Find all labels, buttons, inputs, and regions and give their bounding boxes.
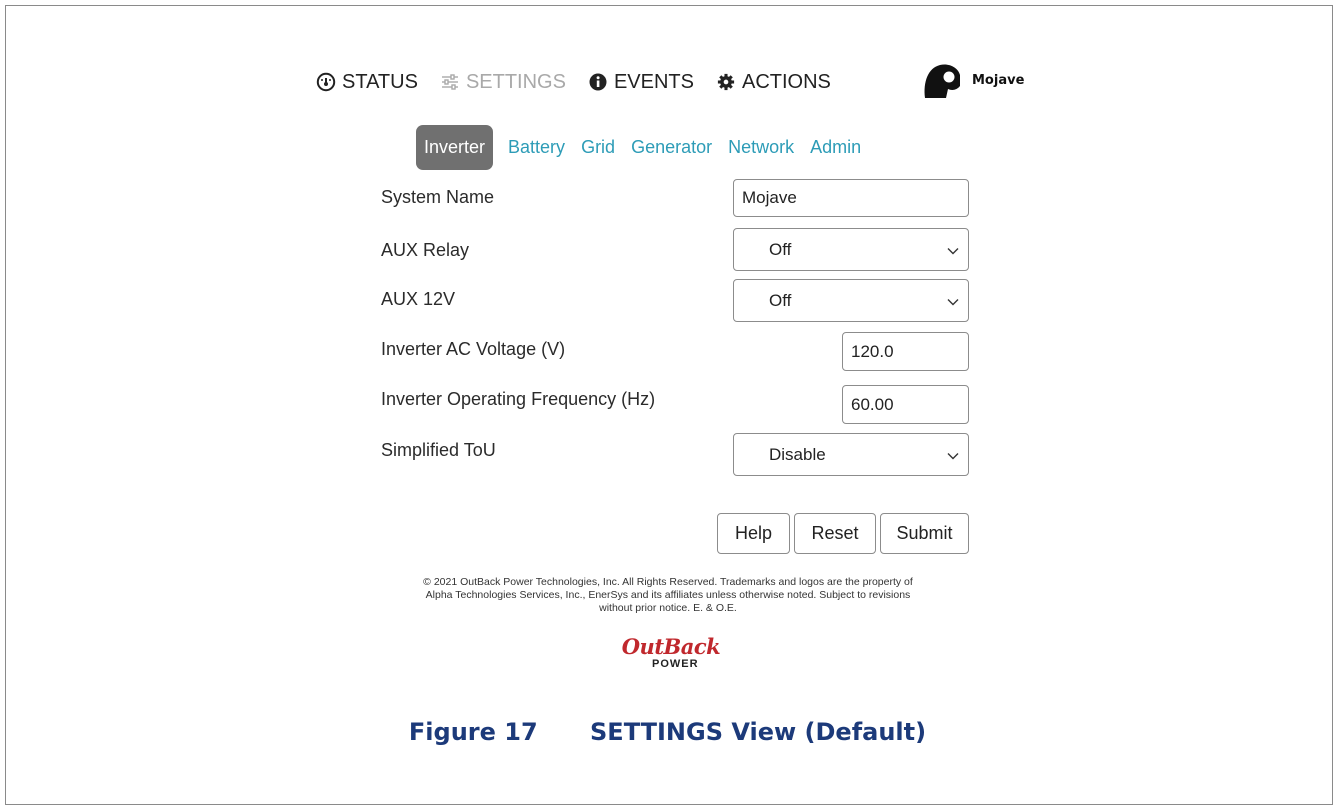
top-nav: STATUS SETTINGS EVENTS ACTIONS (316, 66, 853, 98)
aux-relay-select[interactable]: Off (733, 228, 969, 271)
tab-admin[interactable]: Admin (802, 125, 869, 170)
nav-actions-label: ACTIONS (741, 70, 831, 93)
nav-actions[interactable]: ACTIONS (716, 71, 831, 94)
system-name-input[interactable]: Mojave (733, 179, 969, 217)
figure-caption: Figure 17 SETTINGS View (Default) (0, 718, 1335, 746)
frequency-label: Inverter Operating Frequency (Hz) (381, 389, 656, 409)
nav-status-label: STATUS (342, 70, 418, 93)
aux-relay-label: AUX Relay (381, 240, 470, 260)
nav-settings[interactable]: SETTINGS (440, 71, 566, 94)
nav-status[interactable]: STATUS (316, 71, 418, 94)
user-avatar-icon (922, 62, 962, 98)
user-name: Mojave (972, 72, 1025, 88)
system-name-label: System Name (381, 187, 495, 207)
aux-relay-value: Off (769, 239, 792, 259)
system-name-value: Mojave (742, 188, 797, 207)
tou-value: Disable (769, 444, 826, 464)
tab-network[interactable]: Network (720, 125, 802, 170)
nav-settings-label: SETTINGS (465, 70, 566, 93)
chevron-down-icon (946, 243, 960, 257)
gauge-icon (316, 72, 336, 92)
tab-grid[interactable]: Grid (573, 125, 623, 170)
tou-label: Simplified ToU (381, 440, 496, 460)
frequency-value: 60.00 (851, 394, 894, 414)
user-menu[interactable]: Mojave (922, 62, 1024, 98)
sliders-icon (440, 72, 460, 92)
footer-line-2: Alpha Technologies Services, Inc., EnerS… (425, 589, 911, 601)
frequency-input[interactable]: 60.00 (842, 385, 969, 424)
gear-icon (716, 72, 736, 92)
aux-12v-value: Off (769, 290, 792, 310)
settings-tabs: Inverter Battery Grid Generator Network … (416, 125, 869, 170)
nav-events-label: EVENTS (613, 70, 694, 93)
logo-subtitle: POWER (652, 658, 699, 670)
logo-wordmark: OutBack (621, 634, 721, 659)
tab-generator[interactable]: Generator (623, 125, 720, 170)
ac-voltage-label: Inverter AC Voltage (V) (381, 339, 566, 359)
reset-button[interactable]: Reset (794, 513, 876, 554)
chevron-down-icon (946, 294, 960, 308)
figure-number: Figure 17 (408, 718, 538, 746)
aux-12v-label: AUX 12V (381, 289, 456, 309)
tou-select[interactable]: Disable (733, 433, 969, 476)
ac-voltage-input[interactable]: 120.0 (842, 332, 969, 371)
info-icon (588, 72, 608, 92)
nav-events[interactable]: EVENTS (588, 71, 694, 94)
tab-battery[interactable]: Battery (500, 125, 573, 170)
tab-inverter[interactable]: Inverter (416, 125, 494, 170)
copyright-footer: © 2021 OutBack Power Technologies, Inc. … (350, 576, 986, 615)
submit-button[interactable]: Submit (880, 513, 969, 554)
ac-voltage-value: 120.0 (851, 341, 894, 361)
footer-line-1: © 2021 OutBack Power Technologies, Inc. … (423, 576, 913, 588)
aux-12v-select[interactable]: Off (733, 279, 969, 322)
figure-title: SETTINGS View (Default) (590, 718, 927, 746)
chevron-down-icon (946, 448, 960, 462)
outback-power-logo: OutBack POWER (616, 634, 726, 671)
footer-line-3: without prior notice. E. & O.E. (599, 602, 737, 614)
help-button[interactable]: Help (717, 513, 790, 554)
